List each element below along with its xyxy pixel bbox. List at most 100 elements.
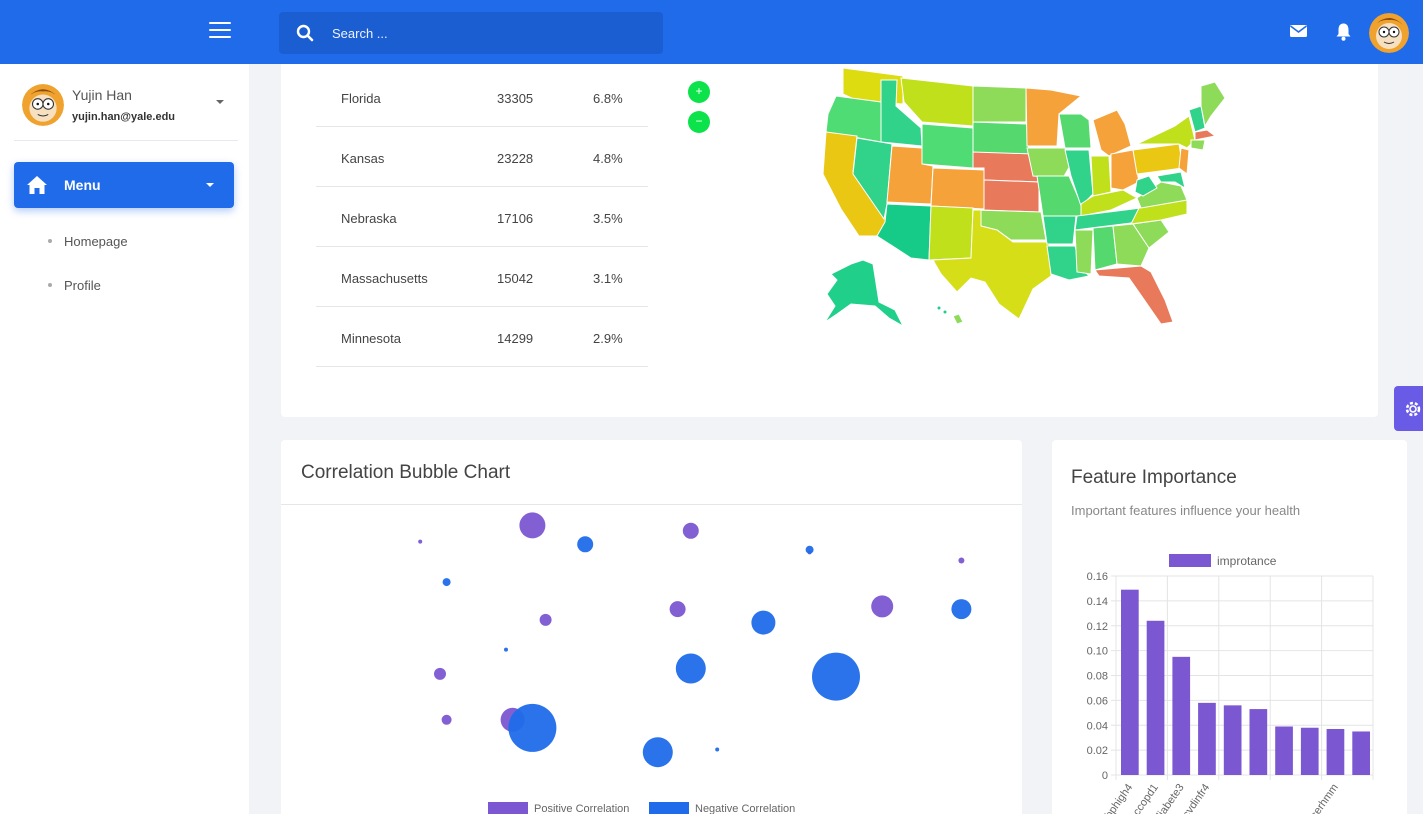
avatar[interactable] [1369,13,1409,53]
bubble-point[interactable] [751,610,776,635]
map-state-new-york[interactable] [1136,115,1196,149]
map-state-pennsylvania[interactable] [1132,143,1184,175]
map-state-new-mexico[interactable] [928,205,974,261]
y-tick-label: 0 [1102,770,1108,782]
map-state-north-dakota[interactable] [972,85,1027,123]
sidebar-item-profile[interactable]: Profile [48,278,101,293]
bullet-icon [48,282,52,287]
legend-label: Negative Correlation [695,803,795,814]
bar[interactable] [1326,728,1345,775]
map-state-indiana[interactable] [1090,155,1112,197]
legend-label: improtance [1217,554,1277,568]
map-state-colorado[interactable] [930,167,986,210]
state-percent: 2.9% [593,331,623,346]
map-state-new-jersey[interactable] [1178,147,1190,175]
chevron-down-icon[interactable] [216,100,224,104]
map-state-maine[interactable] [1200,81,1226,128]
settings-tab[interactable] [1394,386,1423,431]
bubble-point[interactable] [669,601,686,618]
bar[interactable] [1352,731,1370,775]
sidebar-item-label: Homepage [64,234,128,249]
y-tick-label: 0.12 [1087,621,1108,633]
map-state-hawaii-island[interactable] [937,306,941,310]
bar[interactable] [1121,589,1139,775]
table-row: Florida 33305 6.8% [316,67,648,127]
state-count: 15042 [497,271,534,286]
bubble-point[interactable] [577,536,594,553]
x-tick-label: _bphigh4 [1099,782,1135,814]
bubble-point[interactable] [442,578,451,587]
chevron-down-icon [206,183,214,187]
bubble-point[interactable] [958,557,965,564]
bubble-point[interactable] [508,703,557,752]
feature-importance-chart[interactable]: improtance 0.16 0.14 0.12 0.10 0.08 0.06 0.04 0.… [1052,440,1407,814]
zoom-out-button[interactable]: − [688,111,710,133]
user-profile[interactable]: Yujin Han yujin.han@yale.edu [22,84,237,128]
state-name: Florida [341,91,381,106]
us-choropleth-map[interactable] [811,66,1231,336]
bar[interactable] [1300,727,1319,775]
map-state-michigan[interactable] [1092,109,1132,157]
gear-icon [1405,401,1421,417]
menu-icon[interactable] [209,22,231,42]
map-state-alaska[interactable] [824,259,905,328]
y-tick-label: 0.14 [1087,596,1108,608]
menu-button[interactable]: Menu [14,162,234,208]
map-state-hawaii[interactable] [952,313,964,325]
map-state-massachusetts[interactable] [1194,129,1217,141]
bubble-point[interactable] [715,747,720,752]
table-row: Massachusetts 15042 3.1% [316,247,648,307]
bell-icon[interactable] [1335,22,1352,47]
bubble-point[interactable] [434,667,446,680]
map-state-connecticut-ri[interactable] [1190,139,1206,151]
state-name: Massachusetts [341,271,428,286]
state-count: 17106 [497,211,534,226]
bar[interactable] [1172,656,1191,775]
sidebar-item-homepage[interactable]: Homepage [48,234,128,249]
map-state-wyoming[interactable] [921,123,974,169]
search-bar[interactable] [279,12,663,54]
bar[interactable] [1198,702,1216,775]
bubble-point[interactable] [871,595,894,618]
bubble-point[interactable] [441,714,452,725]
home-icon [27,176,47,194]
map-state-south-dakota[interactable] [972,121,1030,157]
y-tick-label: 0.10 [1087,646,1108,658]
bubble-point[interactable] [951,599,972,620]
avatar [22,84,64,126]
bubble-point[interactable] [675,653,706,684]
bubble-point[interactable] [682,522,699,539]
map-state-iowa[interactable] [1026,147,1072,179]
map-state-mississippi[interactable] [1074,229,1094,275]
menu-label: Menu [64,177,101,193]
sidebar: Yujin Han yujin.han@yale.edu Menu Homepa… [0,64,249,814]
y-tick-label: 0.16 [1087,571,1108,583]
map-state-florida[interactable] [1094,265,1174,325]
legend-swatch [1169,554,1211,567]
state-percent: 6.8% [593,91,623,106]
bar[interactable] [1146,620,1165,775]
bar[interactable] [1249,709,1268,775]
bar[interactable] [1223,705,1242,775]
bubble-chart[interactable]: Positive Correlation Negative Correlation [281,440,1022,814]
bubble-point[interactable] [812,652,860,701]
table-row: Nebraska 17106 3.5% [316,187,648,247]
bubble-point[interactable] [805,545,814,554]
mail-icon[interactable] [1289,22,1308,45]
map-state-wisconsin[interactable] [1058,113,1092,149]
y-tick-label: 0.02 [1087,745,1108,757]
map-state-kansas[interactable] [983,179,1040,213]
bar[interactable] [1275,726,1293,775]
bubble-point[interactable] [504,647,508,652]
map-state-arkansas[interactable] [1042,215,1077,245]
bubble-point[interactable] [642,737,673,768]
map-state-hawaii-island[interactable] [943,310,947,314]
bubble-point[interactable] [519,512,546,539]
bubble-point[interactable] [539,613,552,626]
map-state-montana[interactable] [900,77,974,127]
y-tick-label: 0.06 [1087,695,1108,707]
zoom-in-button[interactable]: + [688,81,710,103]
feature-importance-card: Feature Importance Important features in… [1052,440,1407,814]
bubble-point[interactable] [418,539,423,544]
search-input[interactable] [332,22,632,44]
